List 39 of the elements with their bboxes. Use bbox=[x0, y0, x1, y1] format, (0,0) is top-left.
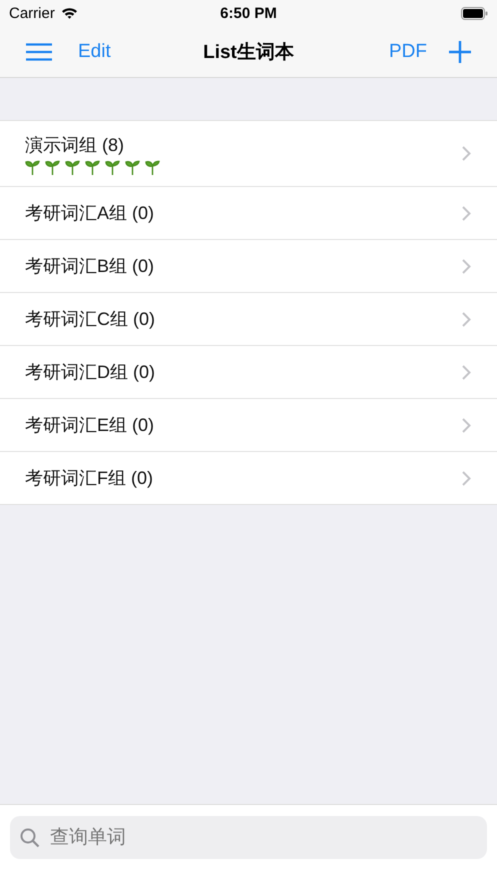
group-name: 考研词汇E组 (0) bbox=[25, 414, 154, 437]
sprout-icon bbox=[145, 158, 160, 174]
sprout-icon bbox=[65, 158, 80, 174]
sprout-icon bbox=[105, 158, 120, 174]
edit-button[interactable]: Edit bbox=[78, 40, 111, 62]
search-field[interactable]: 查询单词 bbox=[10, 816, 487, 859]
sprout-icon bbox=[125, 158, 140, 174]
chevron-icon bbox=[462, 418, 471, 432]
group-name: 演示词组 (8) bbox=[25, 134, 125, 156]
pdf-button[interactable]: PDF bbox=[389, 40, 427, 62]
battery-icon bbox=[460, 6, 488, 20]
status-time: 6:50 PM bbox=[220, 4, 277, 22]
group-row[interactable]: 考研词汇C组 (0) bbox=[0, 293, 497, 346]
chevron-icon bbox=[462, 364, 471, 380]
group-row[interactable]: 演示词组 (8) bbox=[0, 121, 497, 187]
group-name: 考研词汇A组 (0) bbox=[25, 202, 154, 225]
chevron-icon bbox=[462, 206, 471, 220]
chevron-icon bbox=[462, 470, 471, 486]
sprout-icon bbox=[45, 158, 60, 174]
chevron-icon bbox=[462, 146, 471, 161]
group-row[interactable]: 考研词汇F组 (0) bbox=[0, 452, 497, 504]
group-name: 考研词汇B组 (0) bbox=[25, 255, 154, 278]
chevron-icon bbox=[462, 312, 471, 326]
group-row[interactable]: 考研词汇D组 (0) bbox=[0, 346, 497, 399]
search-icon bbox=[20, 828, 40, 848]
group-name: 考研词汇F组 (0) bbox=[25, 467, 153, 490]
group-row[interactable]: 考研词汇B组 (0) bbox=[0, 240, 497, 293]
wifi-icon bbox=[60, 7, 78, 19]
group-name: 考研词汇C组 (0) bbox=[25, 308, 155, 331]
sprout-icon bbox=[25, 158, 40, 174]
nav-title: List生词本 bbox=[203, 40, 294, 64]
group-row[interactable]: 考研词汇E组 (0) bbox=[0, 399, 497, 452]
add-icon[interactable] bbox=[449, 40, 471, 62]
carrier-label: Carrier bbox=[9, 4, 55, 22]
group-row[interactable]: 考研词汇A组 (0) bbox=[0, 187, 497, 240]
group-name: 考研词汇D组 (0) bbox=[25, 361, 155, 384]
chevron-icon bbox=[462, 258, 471, 274]
menu-icon[interactable] bbox=[26, 42, 52, 60]
sprout-icon bbox=[85, 158, 100, 174]
